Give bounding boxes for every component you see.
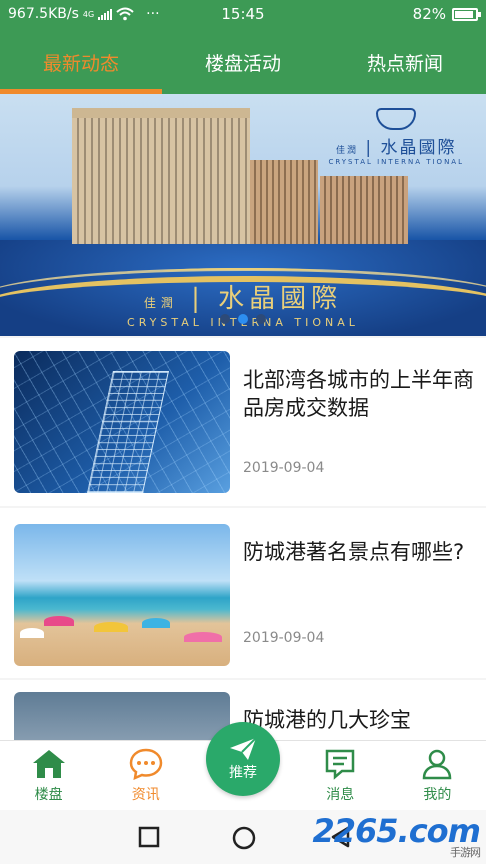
home-button[interactable] xyxy=(232,826,256,850)
news-title: 北部湾各城市的上半年商品房成交数据 xyxy=(243,368,474,420)
home-icon xyxy=(32,750,65,778)
news-date: 2019-09-04 xyxy=(243,630,325,646)
brand-logo-small: 佳潤 | 水晶國際 CRYSTAL INTERNA TIONAL xyxy=(328,108,464,166)
news-item[interactable]: 北部湾各城市的上半年商品房成交数据 2019-09-04 xyxy=(0,338,486,506)
carousel-indicator xyxy=(0,314,486,324)
message-icon xyxy=(325,749,355,780)
building-image xyxy=(72,108,250,244)
nav-messages[interactable]: 消息 xyxy=(292,741,389,810)
news-thumbnail xyxy=(14,692,230,742)
nav-mine[interactable]: 我的 xyxy=(389,741,486,810)
tab-property-events[interactable]: 楼盘活动 xyxy=(162,30,324,94)
tab-bar: 最新动态 楼盘活动 热点新闻 xyxy=(0,30,486,94)
recommend-button[interactable]: 推荐 xyxy=(206,722,280,796)
carousel-dot[interactable] xyxy=(220,314,230,324)
send-icon xyxy=(230,737,257,760)
tab-latest[interactable]: 最新动态 xyxy=(0,30,162,94)
news-thumbnail xyxy=(14,351,230,493)
chat-bubble-icon xyxy=(129,748,163,780)
nav-home[interactable]: 楼盘 xyxy=(0,741,97,810)
status-bar: 967.5KB/s 4G ··· 15:45 82% xyxy=(0,0,486,30)
news-title: 防城港的几大珍宝 xyxy=(243,708,411,732)
carousel-dot-active[interactable] xyxy=(238,314,248,324)
news-thumbnail xyxy=(14,524,230,666)
tab-hot-news[interactable]: 热点新闻 xyxy=(324,30,486,94)
nav-info[interactable]: 资讯 xyxy=(97,741,194,810)
diamond-icon xyxy=(376,108,417,130)
news-title: 防城港著名景点有哪些? xyxy=(243,540,465,564)
news-item[interactable]: 防城港著名景点有哪些? 2019-09-04 xyxy=(0,508,486,678)
user-icon xyxy=(423,749,452,780)
watermark-logo: 2265.com 手游网 xyxy=(312,812,481,859)
battery-level: 82% xyxy=(412,5,446,23)
news-date: 2019-09-04 xyxy=(243,460,325,476)
carousel-dot[interactable] xyxy=(256,314,266,324)
recent-apps-button[interactable] xyxy=(138,826,160,848)
battery-icon xyxy=(452,7,481,21)
